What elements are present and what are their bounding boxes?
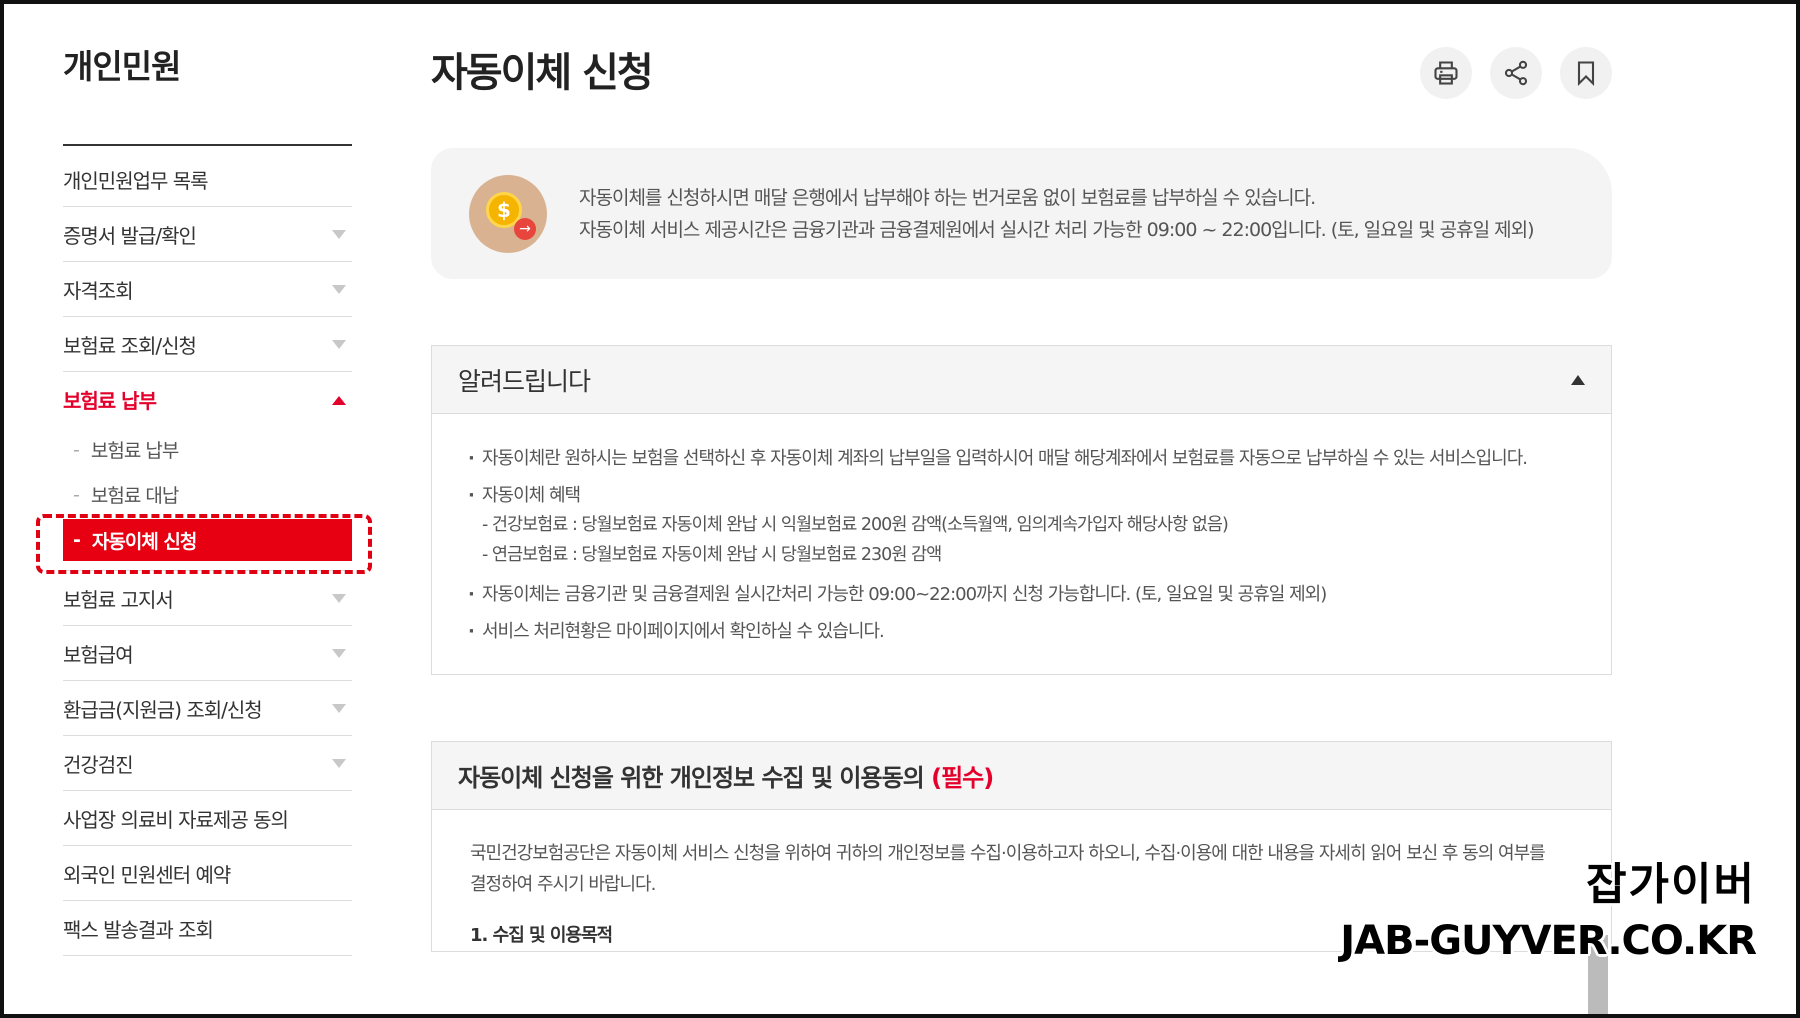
notice-bullet: 자동이체는 금융기관 및 금융결제원 실시간처리 가능한 09:00~22:00… bbox=[468, 580, 1555, 609]
notice-panel-header[interactable]: 알려드립니다 bbox=[432, 346, 1611, 414]
sidebar-nav: 개인민원업무 목록 증명서 발급/확인 자격조회 보험료 조회/신청 보험료 납… bbox=[63, 152, 352, 427]
sidebar-item-label: 자격조회 bbox=[63, 278, 134, 303]
highlight-annotation bbox=[36, 514, 372, 574]
required-badge: (필수) bbox=[931, 764, 994, 792]
info-text: 자동이체를 신청하시면 매달 은행에서 납부해야 하는 번거로움 없이 보험료를… bbox=[579, 182, 1535, 246]
sidebar-item-label: 외국인 민원센터 예약 bbox=[63, 862, 231, 887]
consent-title-text: 자동이체 신청을 위한 개인정보 수집 및 이용동의 bbox=[458, 764, 925, 792]
sidebar-item-premium-payment[interactable]: 보험료 납부 bbox=[63, 372, 352, 427]
sidebar-divider bbox=[63, 144, 352, 146]
sidebar-item-health-checkup[interactable]: 건강검진 bbox=[63, 736, 352, 791]
chevron-up-icon bbox=[332, 395, 346, 405]
sidebar-item-premium-inquiry[interactable]: 보험료 조회/신청 bbox=[63, 317, 352, 372]
sidebar-item-label: 보험료 고지서 bbox=[63, 587, 174, 612]
dash-marker: - bbox=[73, 438, 80, 461]
sidebar-subitem-label: 보험료 대납 bbox=[90, 485, 179, 507]
coin-icon: $ → bbox=[469, 174, 547, 253]
watermark-line: 잡가이버 bbox=[1586, 859, 1756, 910]
notice-bullet: 자동이체란 원하시는 보험을 선택하신 후 자동이체 계좌의 납부일을 입력하시… bbox=[468, 444, 1555, 473]
sidebar-item-fax-result[interactable]: 팩스 발송결과 조회 bbox=[63, 901, 352, 956]
info-line: 자동이체를 신청하시면 매달 은행에서 납부해야 하는 번거로움 없이 보험료를… bbox=[579, 186, 1316, 209]
sidebar-item-label: 개인민원업무 목록 bbox=[63, 168, 209, 193]
notice-subline: - 연금보험료 : 당월보험료 자동이체 완납 시 당월보험료 230원 감액 bbox=[482, 545, 942, 565]
sidebar-item-foreigner-center[interactable]: 외국인 민원센터 예약 bbox=[63, 846, 352, 901]
notice-title: 알려드립니다 bbox=[458, 366, 591, 396]
sidebar-item-civil-list[interactable]: 개인민원업무 목록 bbox=[63, 152, 352, 207]
chevron-down-icon bbox=[332, 594, 346, 603]
bookmark-button[interactable] bbox=[1560, 47, 1612, 99]
sidebar-item-benefits[interactable]: 보험급여 bbox=[63, 626, 352, 681]
main-content: 자동이체 신청 $ → 자동이체를 신청하시면 매달 은행에서 납부해야 하는 … bbox=[431, 40, 1612, 952]
info-banner: $ → 자동이체를 신청하시면 매달 은행에서 납부해야 하는 번거로움 없이 … bbox=[431, 148, 1612, 279]
share-button[interactable] bbox=[1490, 47, 1542, 99]
notice-bullet: 자동이체 혜택 bbox=[468, 481, 1555, 510]
share-icon bbox=[1504, 60, 1528, 86]
sidebar-item-label: 환급금(지원금) 조회/신청 bbox=[63, 697, 263, 722]
sidebar-item-label: 증명서 발급/확인 bbox=[63, 223, 197, 248]
chevron-down-icon bbox=[332, 285, 346, 294]
notice-body: 자동이체란 원하시는 보험을 선택하신 후 자동이체 계좌의 납부일을 입력하시… bbox=[432, 414, 1611, 674]
sidebar-item-eligibility[interactable]: 자격조회 bbox=[63, 262, 352, 317]
notice-subline: - 건강보험료 : 당월보험료 자동이체 완납 시 익월보험료 200원 감액(… bbox=[482, 515, 1229, 535]
watermark-url: JAB-GUYVER.CO.KR bbox=[1340, 918, 1757, 964]
sidebar-item-label: 보험료 납부 bbox=[63, 389, 157, 413]
consent-panel-header: 자동이체 신청을 위한 개인정보 수집 및 이용동의 (필수) bbox=[432, 742, 1611, 810]
sidebar-item-medical-consent[interactable]: 사업장 의료비 자료제공 동의 bbox=[63, 791, 352, 846]
consent-title: 자동이체 신청을 위한 개인정보 수집 및 이용동의 (필수) bbox=[458, 758, 994, 793]
page-tools bbox=[1420, 47, 1612, 99]
sidebar-item-refund[interactable]: 환급금(지원금) 조회/신청 bbox=[63, 681, 352, 736]
sidebar-item-premium-notice[interactable]: 보험료 고지서 bbox=[63, 571, 352, 626]
collapse-toggle-icon[interactable] bbox=[1571, 374, 1585, 385]
sidebar: 개인민원 개인민원업무 목록 증명서 발급/확인 자격조회 보험료 조회/신청 … bbox=[63, 40, 352, 956]
chevron-down-icon bbox=[332, 340, 346, 349]
watermark: 잡가이버 JAB-GUYVER.CO.KR bbox=[1340, 848, 1757, 964]
chevron-down-icon bbox=[332, 230, 346, 239]
sidebar-subitem-payment[interactable]: - 보험료 납부 bbox=[63, 427, 352, 472]
sidebar-nav-continued: 보험료 고지서 보험급여 환급금(지원금) 조회/신청 건강검진 사업장 의료비… bbox=[63, 570, 352, 956]
sidebar-item-label: 보험료 조회/신청 bbox=[63, 333, 197, 358]
sidebar-subitem-proxy-payment[interactable]: - 보험료 대납 bbox=[63, 472, 352, 517]
notice-panel: 알려드립니다 자동이체란 원하시는 보험을 선택하신 후 자동이체 계좌의 납부… bbox=[431, 345, 1612, 675]
sidebar-item-label: 사업장 의료비 자료제공 동의 bbox=[63, 807, 289, 832]
bookmark-icon bbox=[1577, 61, 1595, 87]
chevron-down-icon bbox=[332, 649, 346, 658]
dash-marker: - bbox=[73, 483, 80, 506]
sidebar-item-certificate[interactable]: 증명서 발급/확인 bbox=[63, 207, 352, 262]
print-button[interactable] bbox=[1420, 47, 1472, 99]
sidebar-item-label: 팩스 발송결과 조회 bbox=[63, 917, 214, 942]
sidebar-item-label: 보험급여 bbox=[63, 642, 134, 667]
sidebar-title: 개인민원 bbox=[63, 47, 181, 86]
chevron-down-icon bbox=[332, 759, 346, 768]
chevron-down-icon bbox=[332, 704, 346, 713]
print-icon bbox=[1434, 61, 1458, 85]
info-line: 자동이체 서비스 제공시간은 금융기관과 금융결제원에서 실시간 처리 가능한 … bbox=[579, 218, 1535, 241]
notice-bullet: 서비스 처리현황은 마이페이지에서 확인하실 수 있습니다. bbox=[468, 617, 1555, 646]
sidebar-item-label: 건강검진 bbox=[63, 752, 134, 777]
sidebar-subitem-label: 보험료 납부 bbox=[90, 440, 179, 462]
